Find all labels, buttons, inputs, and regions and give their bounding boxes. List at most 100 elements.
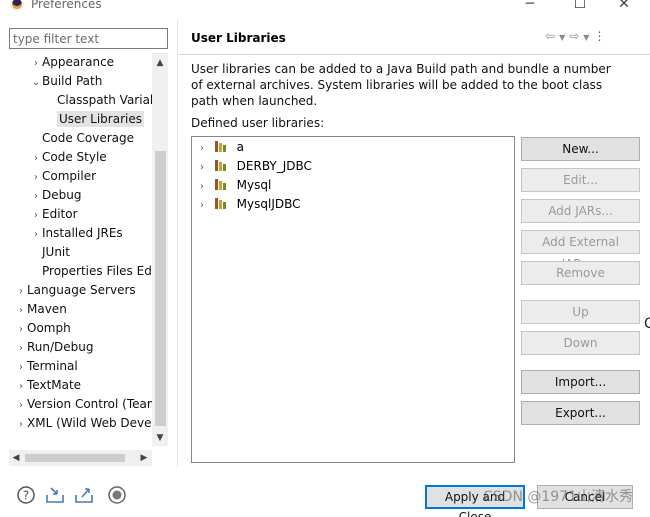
- tree-item-language-servers[interactable]: › Language Servers: [15, 281, 136, 300]
- tree-item-maven[interactable]: › Maven: [15, 300, 67, 319]
- help-icon[interactable]: ?: [16, 485, 36, 505]
- tree-item-installed-jres[interactable]: › Installed JREs: [30, 224, 123, 243]
- chevron-right-icon[interactable]: ›: [30, 225, 42, 244]
- tree-item-classpath-variables[interactable]: Classpath Variab: [57, 91, 152, 110]
- tree-item-junit[interactable]: JUnit: [30, 243, 70, 262]
- library-item-mysql[interactable]: › Mysql: [200, 176, 271, 195]
- tree-item-run-debug[interactable]: › Run/Debug: [15, 338, 94, 357]
- new-button[interactable]: New...: [521, 137, 640, 161]
- more-options-icon[interactable]: ⋮: [593, 29, 605, 43]
- tree-item-label: Language Servers: [27, 283, 136, 297]
- title-bar: Preferences ─ ☐ ✕: [0, 0, 650, 14]
- record-icon[interactable]: [107, 485, 127, 505]
- tree-item-label: Oomph: [27, 321, 71, 335]
- chevron-right-icon[interactable]: ›: [15, 396, 27, 415]
- library-name: Mysql: [236, 178, 272, 192]
- tree-item-label: TextMate: [27, 378, 82, 392]
- chevron-right-icon[interactable]: ›: [15, 339, 27, 358]
- tree-item-version-control[interactable]: › Version Control (Team: [15, 395, 152, 414]
- chevron-right-icon[interactable]: ›: [15, 301, 27, 320]
- maximize-button[interactable]: ☐: [570, 0, 590, 12]
- library-icon: [214, 178, 229, 190]
- edit-button[interactable]: Edit...: [521, 168, 640, 192]
- tree-item-label: Run/Debug: [27, 340, 94, 354]
- scrollbar-thumb[interactable]: [25, 454, 125, 462]
- tree-item-label: JUnit: [42, 245, 70, 259]
- tree-item-label: Version Control (Team: [27, 397, 152, 411]
- tree-item-debug[interactable]: › Debug: [30, 186, 81, 205]
- chevron-right-icon[interactable]: ›: [30, 187, 42, 206]
- pane-divider[interactable]: [177, 20, 178, 467]
- window-title: Preferences: [31, 0, 102, 11]
- import-button[interactable]: Import...: [521, 370, 640, 394]
- tree-item-code-coverage[interactable]: Code Coverage: [30, 129, 134, 148]
- filter-input[interactable]: [9, 28, 168, 49]
- add-external-jars-button[interactable]: Add External JARs...: [521, 230, 640, 271]
- export-button[interactable]: Export...: [521, 401, 640, 425]
- scrollbar-thumb[interactable]: [155, 151, 166, 426]
- close-button[interactable]: ✕: [614, 0, 634, 12]
- tree-item-label: Code Style: [42, 150, 107, 164]
- tree-item-appearance[interactable]: › Appearance: [30, 53, 114, 72]
- down-button[interactable]: Down: [521, 331, 640, 355]
- tree-item-oomph[interactable]: › Oomph: [15, 319, 71, 338]
- chevron-right-icon[interactable]: ›: [30, 54, 42, 73]
- tree-horizontal-scrollbar[interactable]: ◀ ▶: [9, 450, 152, 466]
- tree-item-label: Appearance: [42, 55, 115, 69]
- chevron-right-icon[interactable]: ›: [30, 149, 42, 168]
- up-button[interactable]: Up: [521, 300, 640, 324]
- svg-text:?: ?: [23, 489, 29, 503]
- scroll-left-arrow-icon[interactable]: ◀: [9, 450, 23, 466]
- tree-item-label: Installed JREs: [42, 226, 123, 240]
- chevron-right-icon[interactable]: ›: [30, 168, 42, 187]
- forward-menu-chevron-icon[interactable]: ▼: [583, 33, 589, 42]
- defined-libraries-label: Defined user libraries:: [191, 116, 325, 130]
- library-name: a: [236, 140, 245, 154]
- back-menu-chevron-icon[interactable]: ▼: [559, 33, 565, 42]
- scroll-right-arrow-icon[interactable]: ▶: [137, 450, 151, 466]
- tree-item-textmate[interactable]: › TextMate: [15, 376, 81, 395]
- chevron-right-icon[interactable]: ›: [15, 415, 27, 434]
- tree-item-build-path[interactable]: ⌄ Build Path: [30, 72, 103, 92]
- back-arrow-icon[interactable]: ⇦: [545, 29, 555, 43]
- chevron-right-icon[interactable]: ›: [200, 158, 210, 177]
- tree-item-terminal[interactable]: › Terminal: [15, 357, 78, 376]
- page-description: User libraries can be added to a Java Bu…: [191, 62, 611, 108]
- tree-item-code-style[interactable]: › Code Style: [30, 148, 107, 167]
- library-name: DERBY_JDBC: [236, 159, 312, 173]
- scroll-down-arrow-icon[interactable]: ▼: [152, 430, 168, 446]
- forward-arrow-icon[interactable]: ⇨: [569, 29, 579, 43]
- tree-item-label: Editor: [42, 207, 78, 221]
- tree-item-xml[interactable]: › XML (Wild Web Devel: [15, 414, 152, 433]
- user-libraries-list[interactable]: › a › DERBY_JDBC › Mysql › MysqlJDBC: [191, 136, 515, 463]
- remove-button[interactable]: Remove: [521, 261, 640, 285]
- import-preferences-icon[interactable]: [45, 485, 65, 505]
- chevron-right-icon[interactable]: ›: [15, 377, 27, 396]
- library-item-mysqljdbc[interactable]: › MysqlJDBC: [200, 195, 301, 214]
- chevron-right-icon[interactable]: ›: [200, 196, 210, 215]
- tree-item-label: Properties Files Edi: [42, 264, 152, 278]
- tree-item-user-libraries[interactable]: User Libraries: [57, 110, 144, 129]
- tree-vertical-scrollbar[interactable]: ▲ ▼: [152, 53, 168, 446]
- export-preferences-icon[interactable]: [74, 485, 94, 505]
- chevron-right-icon[interactable]: ›: [15, 358, 27, 377]
- add-jars-button[interactable]: Add JARs...: [521, 199, 640, 223]
- tree-item-compiler[interactable]: › Compiler: [30, 167, 96, 186]
- chevron-right-icon[interactable]: ›: [15, 320, 27, 339]
- library-item-a[interactable]: › a: [200, 138, 244, 157]
- preferences-tree: › Appearance ⌄ Build Path Classpath Variab…: [0, 53, 152, 439]
- minimize-button[interactable]: ─: [520, 0, 540, 12]
- chevron-right-icon[interactable]: ›: [30, 206, 42, 225]
- library-name: MysqlJDBC: [236, 197, 301, 211]
- tree-item-editor[interactable]: › Editor: [30, 205, 78, 224]
- page-title: User Libraries: [191, 31, 286, 45]
- chevron-right-icon[interactable]: ›: [15, 282, 27, 301]
- chevron-right-icon[interactable]: ›: [200, 177, 210, 196]
- chevron-right-icon[interactable]: ›: [200, 139, 210, 158]
- library-icon: [214, 197, 229, 209]
- library-item-derby-jdbc[interactable]: › DERBY_JDBC: [200, 157, 312, 176]
- tree-item-label: Maven: [27, 302, 67, 316]
- chevron-down-icon[interactable]: ⌄: [30, 73, 42, 92]
- scroll-up-arrow-icon[interactable]: ▲: [152, 55, 168, 71]
- tree-item-properties-files-editor[interactable]: Properties Files Edi: [30, 262, 152, 281]
